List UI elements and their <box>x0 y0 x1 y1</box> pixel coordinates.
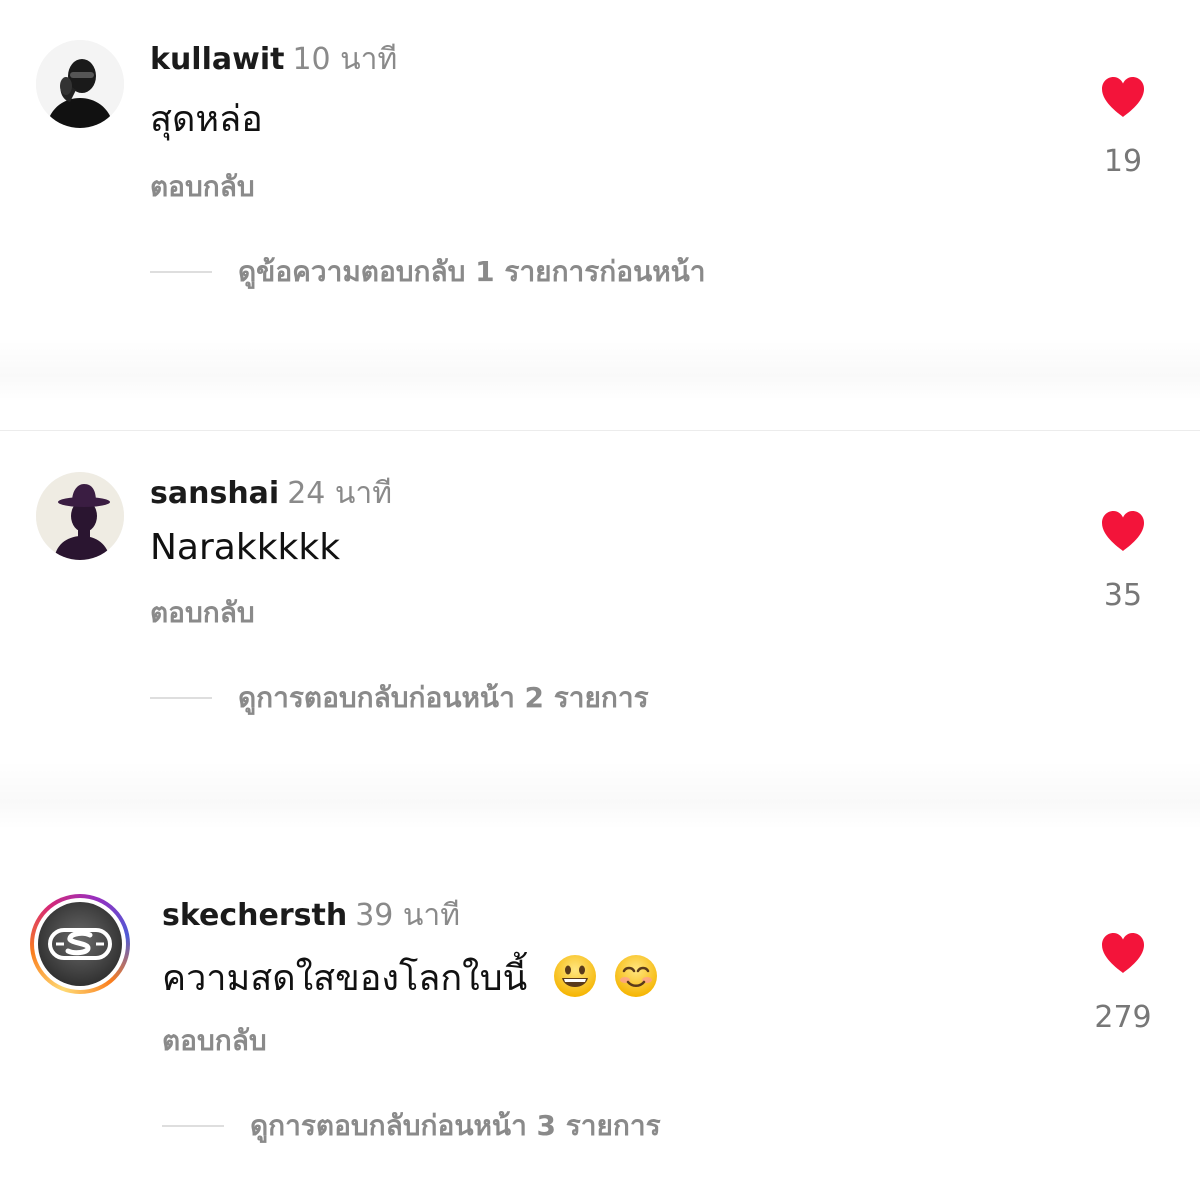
heart-icon <box>1102 933 1144 973</box>
shading-band <box>0 760 1200 830</box>
shading-band <box>0 340 1200 400</box>
comment-text: ความสดใสของโลกใบนี้ <box>162 954 658 1001</box>
username-link[interactable]: skechersth <box>162 898 347 933</box>
comment-item: skechersth 39 นาที ความสดใสของโลกใบนี้ ต… <box>0 860 1200 1142</box>
like-button[interactable] <box>1100 932 1146 974</box>
view-previous-replies-label: ดูการตอบกลับก่อนหน้า 2 รายการ <box>238 681 649 714</box>
comment-text: Narakkkkk <box>150 527 341 568</box>
comment-header: kullawit 10 นาที <box>150 42 397 78</box>
heart-icon <box>1102 77 1144 117</box>
reply-button[interactable]: ตอบกลับ <box>162 1024 267 1058</box>
heart-icon <box>1102 511 1144 551</box>
grinning-face-icon <box>553 955 596 997</box>
like-button[interactable] <box>1100 510 1146 552</box>
reply-thread-line <box>150 271 212 273</box>
like-count: 19 <box>1103 144 1143 179</box>
smiling-face-emoji <box>614 954 658 998</box>
reply-thread-line <box>162 1125 224 1127</box>
comment-time: 39 นาที <box>355 898 461 933</box>
reply-thread-line <box>150 697 212 699</box>
comment-time: 24 นาที <box>287 476 393 511</box>
username-link[interactable]: sanshai <box>150 476 279 511</box>
like-button[interactable] <box>1100 76 1146 118</box>
comment-text-body: ความสดใสของโลกใบนี้ <box>162 958 528 999</box>
comments-list: kullawit 10 นาที สุดหล่อ ตอบกลับ 19 ดูข้อ… <box>0 0 1200 1200</box>
comment-header: sanshai 24 นาที <box>150 476 392 512</box>
comment-item: kullawit 10 นาที สุดหล่อ ตอบกลับ 19 ดูข้อ… <box>0 0 1200 288</box>
reply-button[interactable]: ตอบกลับ <box>150 170 255 204</box>
avatar[interactable] <box>36 40 124 128</box>
smiling-face-icon <box>615 955 658 997</box>
reply-button[interactable]: ตอบกลับ <box>150 596 255 630</box>
view-previous-replies-label: ดูการตอบกลับก่อนหน้า 3 รายการ <box>250 1109 661 1142</box>
story-ring[interactable] <box>30 894 130 994</box>
avatar <box>38 902 122 986</box>
like-count: 279 <box>1094 1000 1152 1035</box>
view-previous-replies-label: ดูข้อความตอบกลับ 1 รายการก่อนหน้า <box>238 255 706 288</box>
like-count: 35 <box>1103 578 1143 613</box>
comment-text: สุดหล่อ <box>150 99 263 140</box>
comment-header: skechersth 39 นาที <box>162 898 460 934</box>
grinning-face-emoji <box>553 954 597 998</box>
skechers-logo-icon <box>38 902 122 986</box>
hat-silhouette-icon <box>36 472 124 560</box>
person-portrait-icon <box>36 40 124 128</box>
username-link[interactable]: kullawit <box>150 42 284 77</box>
comment-time: 10 นาที <box>292 42 398 77</box>
avatar[interactable] <box>36 472 124 560</box>
comment-item: sanshai 24 นาที Narakkkkk ตอบกลับ 35 ดูกา… <box>0 430 1200 714</box>
